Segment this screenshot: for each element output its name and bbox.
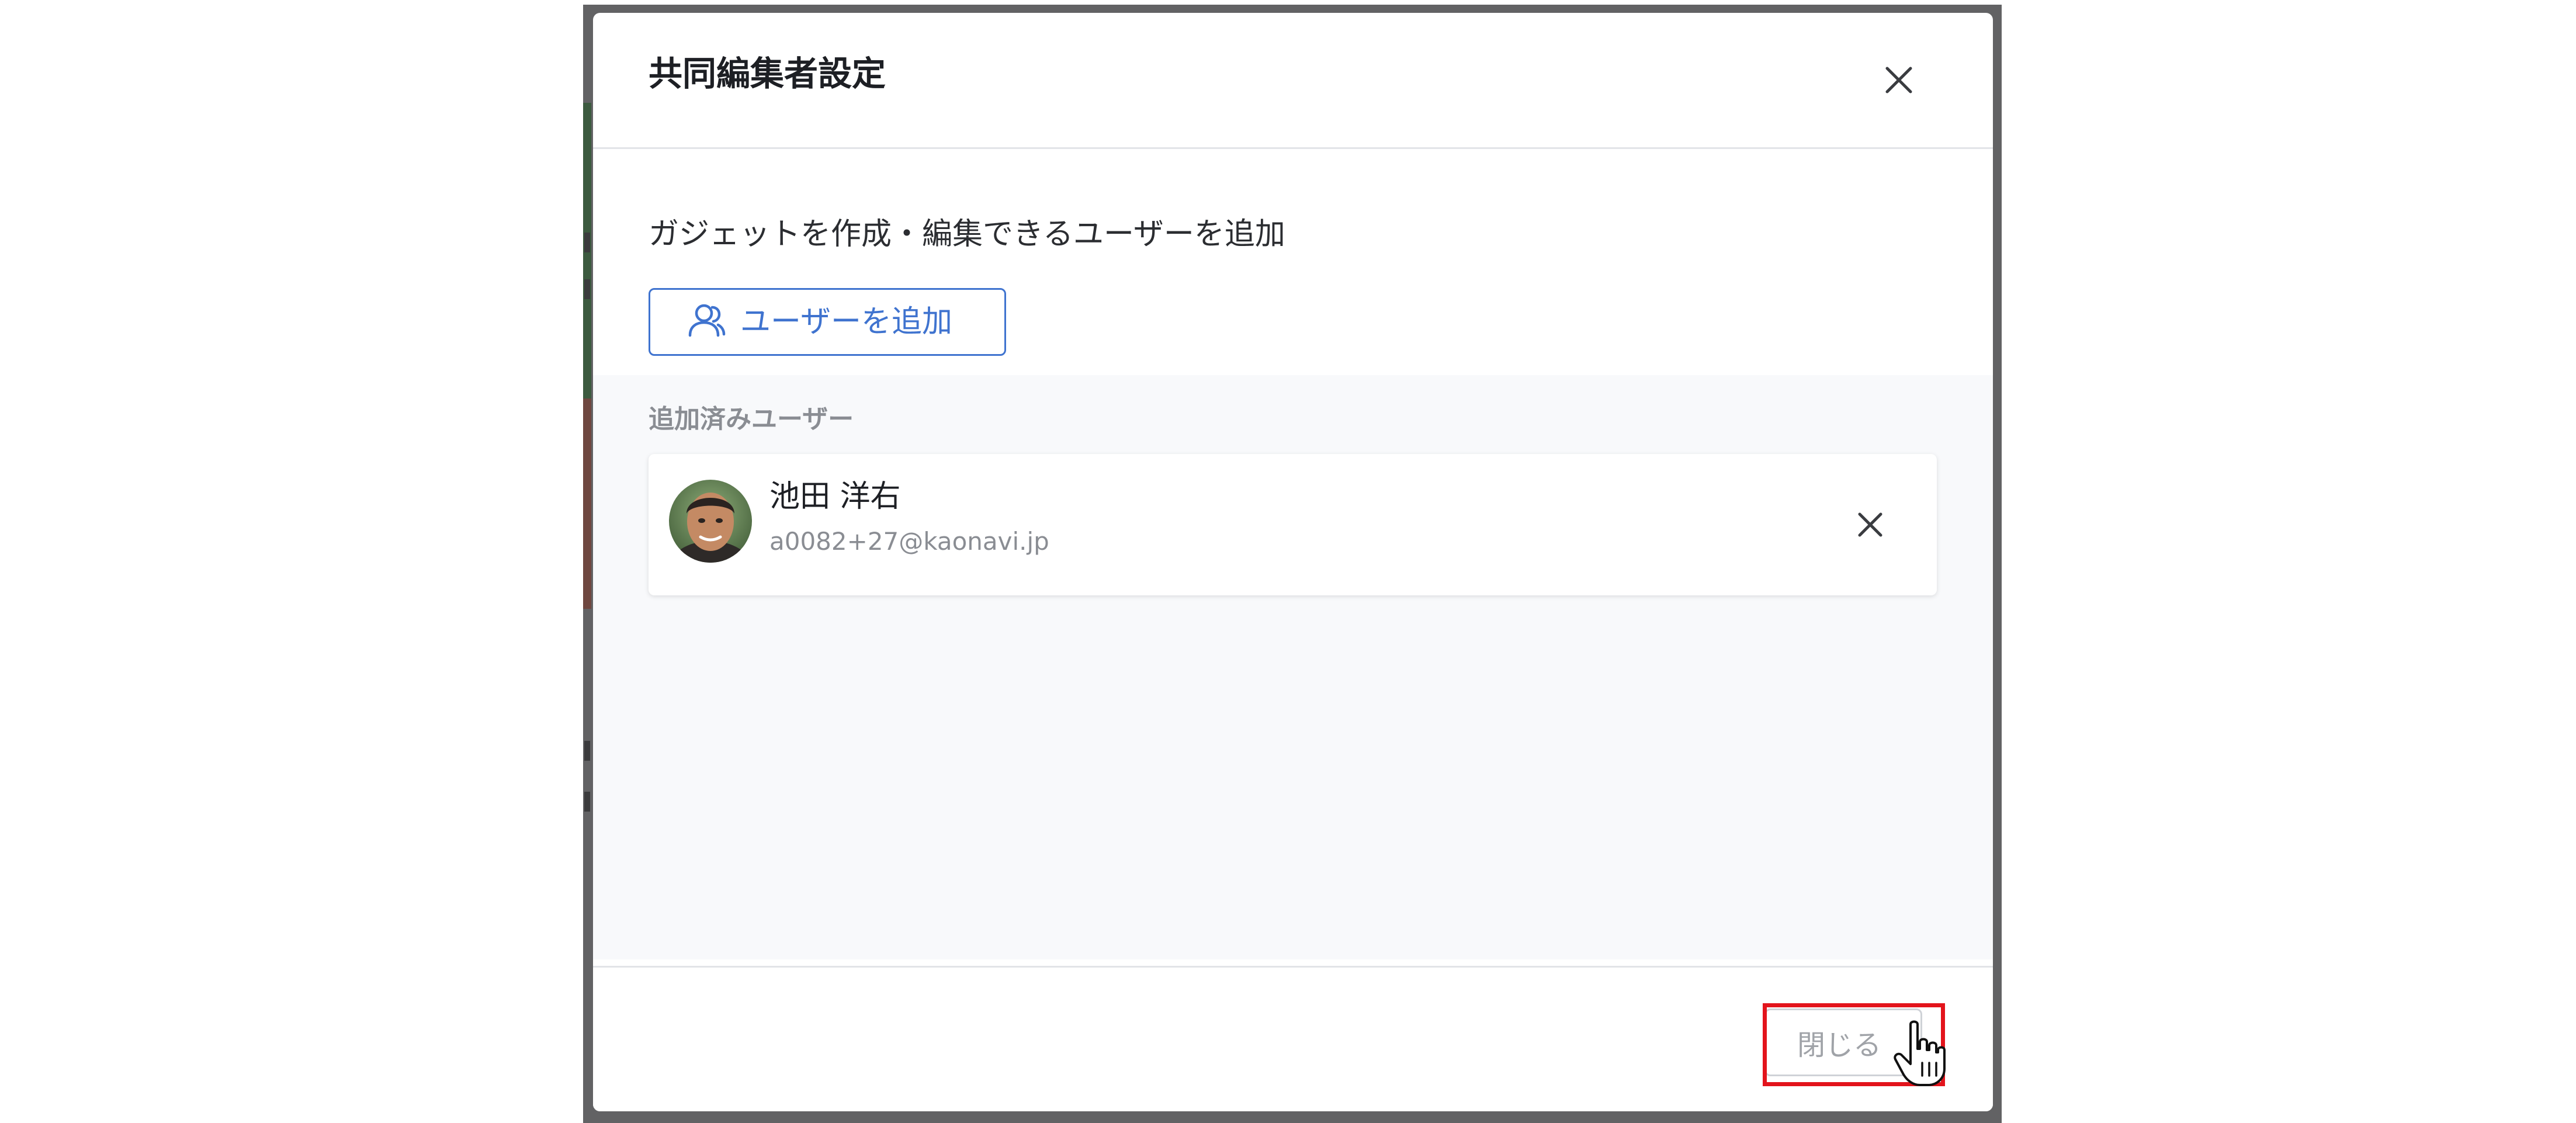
background-page-fragment xyxy=(584,233,590,252)
added-users-section: 追加済みユーザー 池田 洋右 a0082+27@kaonavi.jp xyxy=(593,375,1993,959)
user-card: 池田 洋右 a0082+27@kaonavi.jp xyxy=(649,454,1937,595)
dialog-header: 共同編集者設定 xyxy=(593,13,1993,149)
added-users-label: 追加済みユーザー xyxy=(649,404,854,434)
dialog-description: ガジェットを作成・編集できるユーザーを追加 xyxy=(649,217,1285,252)
user-name: 池田 洋右 xyxy=(769,479,901,514)
background-page-fragment xyxy=(584,741,590,761)
dialog-footer: 閉じる xyxy=(593,966,1993,1111)
users-icon xyxy=(687,300,727,344)
user-email: a0082+27@kaonavi.jp xyxy=(769,527,1049,556)
dialog-body: ガジェットを作成・編集できるユーザーを追加 ユーザーを追加 追加済みユーザー 池… xyxy=(593,149,1993,966)
co-editor-settings-dialog: 共同編集者設定 ガジェットを作成・編集できるユーザーを追加 ユーザーを追加 追加… xyxy=(593,13,1993,1111)
dialog-title: 共同編集者設定 xyxy=(649,54,886,93)
background-page-fragment xyxy=(584,792,590,812)
close-icon[interactable] xyxy=(1881,63,1916,98)
avatar xyxy=(669,480,752,563)
add-user-button-label: ユーザーを追加 xyxy=(740,304,952,339)
close-button[interactable]: 閉じる xyxy=(1764,1008,1922,1076)
background-page-fragment xyxy=(583,398,591,609)
background-page-fragment xyxy=(584,279,590,299)
remove-user-icon[interactable] xyxy=(1855,509,1885,540)
add-user-button[interactable]: ユーザーを追加 xyxy=(649,288,1006,356)
